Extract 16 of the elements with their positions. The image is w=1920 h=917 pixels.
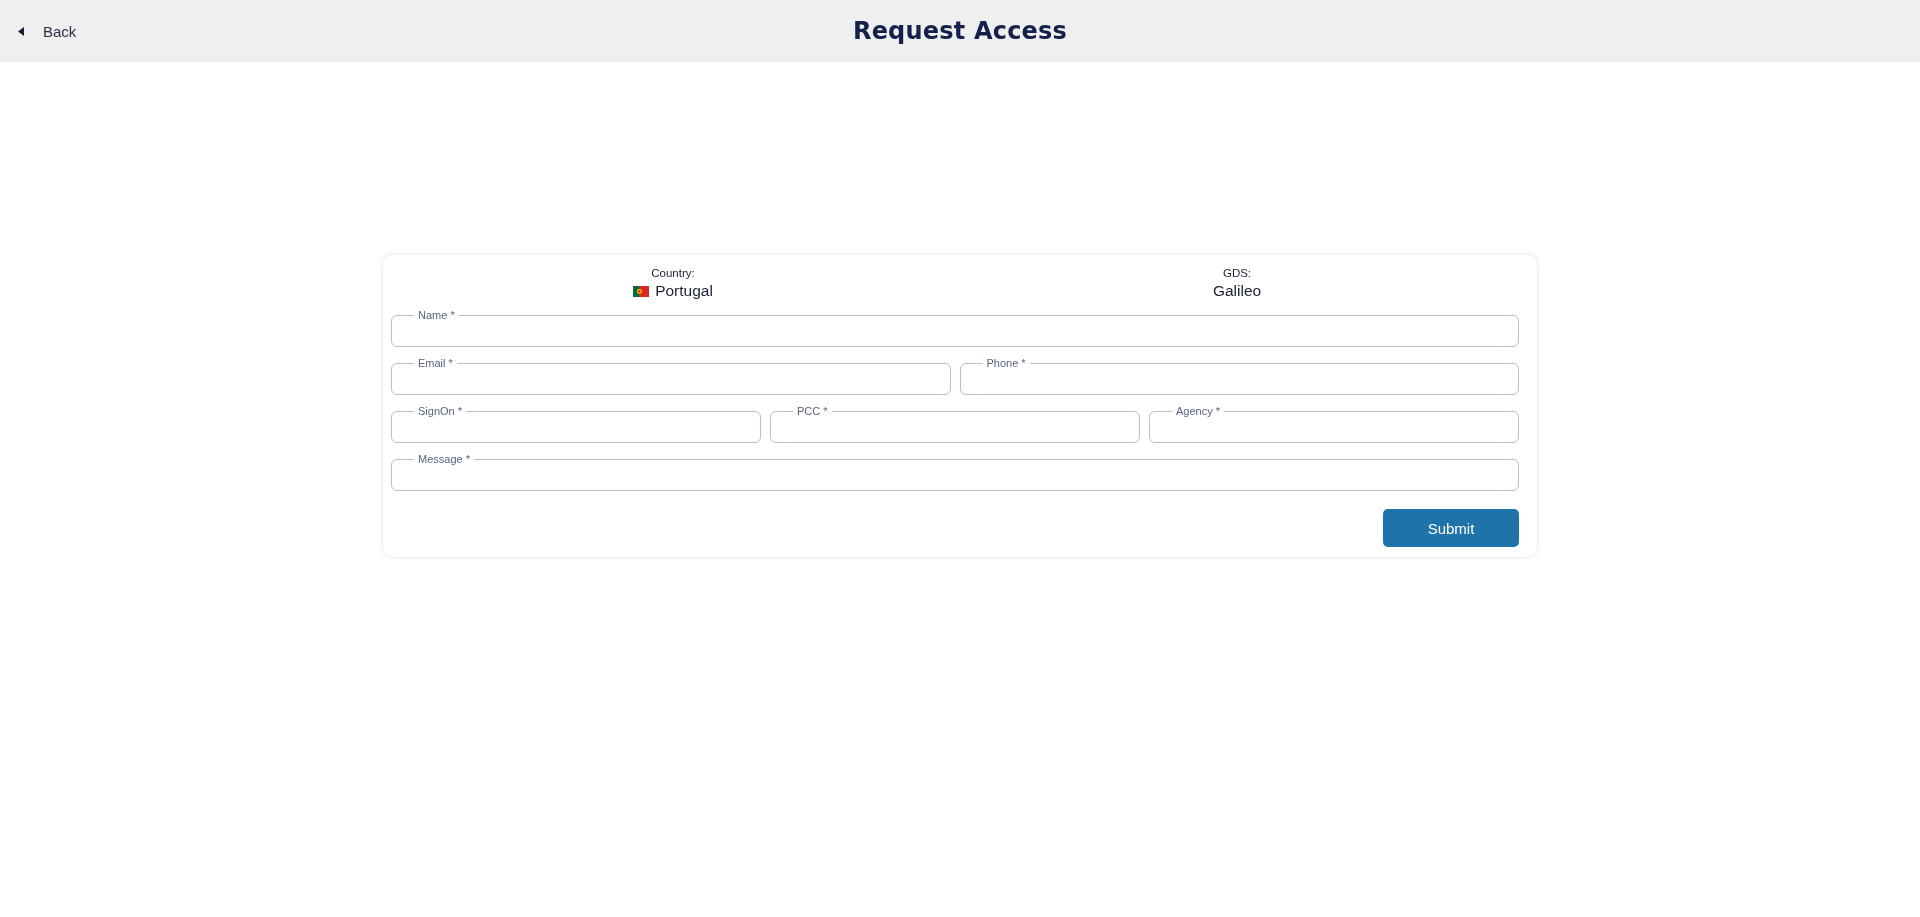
flag-icon bbox=[633, 285, 650, 297]
info-value: Portugal bbox=[655, 281, 713, 301]
back-button[interactable]: Back bbox=[0, 18, 81, 44]
text-field[interactable]: Message * bbox=[391, 453, 1519, 491]
info-label: GDS: bbox=[1222, 266, 1252, 281]
text-field[interactable]: Agency * bbox=[1149, 405, 1519, 443]
text-field[interactable]: SignOn * bbox=[391, 405, 761, 443]
text-field[interactable]: Phone * bbox=[959, 357, 1519, 395]
info-value: Galileo bbox=[1212, 281, 1262, 301]
submit-button[interactable]: Submit bbox=[1383, 509, 1519, 547]
info-label: Country: bbox=[651, 266, 695, 281]
caret-icon bbox=[18, 26, 24, 36]
page-title: Request Access bbox=[852, 17, 1068, 45]
text-field[interactable]: PCC * bbox=[770, 405, 1140, 443]
text-field[interactable]: Email * bbox=[391, 357, 951, 395]
text-field[interactable]: Name * bbox=[391, 309, 1519, 347]
